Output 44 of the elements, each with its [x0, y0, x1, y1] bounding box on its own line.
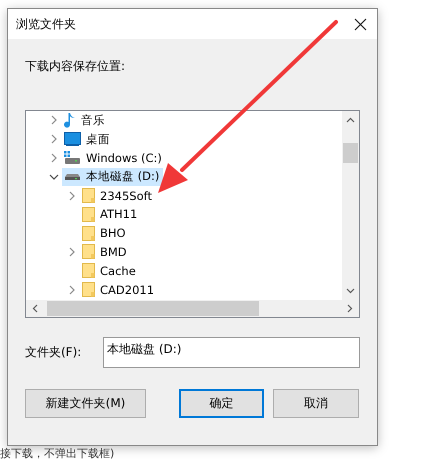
dialog-button[interactable]: 确定 — [179, 389, 264, 418]
folder-icon — [82, 263, 95, 278]
tree-item[interactable]: 2345Soft — [80, 186, 156, 205]
tree-item[interactable]: BMD — [80, 242, 131, 261]
scroll-left-icon[interactable] — [32, 304, 38, 313]
folder-icon — [82, 226, 95, 241]
tree-item[interactable]: 桌面 — [62, 130, 114, 148]
chevron-down-icon[interactable] — [49, 174, 59, 180]
window-title: 浏览文件夹 — [16, 16, 76, 32]
tree-item[interactable]: 本地磁盘 (D:) — [62, 168, 164, 186]
tree-item[interactable]: CAD2011 — [80, 280, 158, 299]
dialog-button[interactable]: 取消 — [273, 389, 359, 418]
chevron-right-icon[interactable] — [69, 190, 75, 201]
chevron-right-icon[interactable] — [51, 152, 57, 163]
close-icon[interactable] — [354, 18, 367, 30]
folder-field[interactable]: 本地磁盘 (D:) — [103, 337, 360, 368]
tree-item[interactable]: Cache — [80, 262, 140, 280]
monitor-icon — [64, 132, 81, 146]
horizontal-scrollbar[interactable] — [26, 300, 359, 317]
music-note-icon — [64, 112, 76, 129]
folder-icon — [82, 188, 95, 204]
prompt-text: 下载内容保存位置: — [25, 58, 126, 74]
scroll-up-icon[interactable] — [346, 117, 355, 123]
scroll-right-icon[interactable] — [347, 304, 353, 313]
tree-item[interactable]: ATH11 — [80, 205, 142, 224]
tree-item[interactable]: 音乐 — [62, 111, 109, 130]
chevron-right-icon[interactable] — [69, 284, 75, 295]
folder-icon — [82, 206, 95, 222]
scroll-down-icon[interactable] — [346, 288, 355, 294]
drive-icon — [64, 150, 81, 165]
scrollbar-thumb[interactable] — [343, 143, 358, 163]
chevron-right-icon[interactable] — [51, 115, 57, 126]
folder-icon — [82, 282, 95, 298]
folder-icon — [82, 244, 95, 260]
chevron-right-icon[interactable] — [51, 134, 57, 144]
folder-label: 文件夹(F): — [25, 344, 82, 361]
tree-item[interactable]: BHO — [80, 224, 130, 242]
tree-item[interactable]: Windows (C:) — [62, 148, 166, 167]
background-text: 接下载，不弹出下载框) — [0, 446, 114, 461]
vertical-scrollbar[interactable] — [342, 111, 359, 300]
drive-icon — [64, 172, 81, 181]
chevron-right-icon[interactable] — [69, 246, 75, 257]
scrollbar-thumb[interactable] — [47, 301, 259, 316]
dialog-button[interactable]: 新建文件夹(M) — [25, 389, 146, 418]
